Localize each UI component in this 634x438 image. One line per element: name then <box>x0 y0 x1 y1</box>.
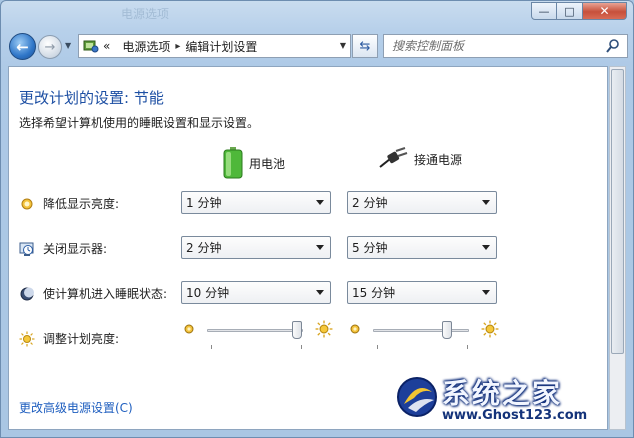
minimize-icon: — <box>538 4 550 18</box>
forward-button[interactable]: → <box>38 35 62 59</box>
brightness-high-icon <box>315 320 333 338</box>
back-button[interactable]: ← <box>9 33 36 60</box>
selected-value: 5 分钟 <box>352 241 388 255</box>
close-icon: ✕ <box>599 4 610 18</box>
brightness-plugged-slider[interactable] <box>349 320 499 353</box>
selected-value: 1 分钟 <box>186 196 222 210</box>
battery-column-header: 用电池 <box>223 147 285 179</box>
display-off-battery-select[interactable]: 2 分钟 <box>181 236 331 259</box>
page-subtitle: 选择希望计算机使用的睡眠设置和显示设置。 <box>19 116 260 130</box>
search-icon[interactable] <box>605 38 621 54</box>
chevron-down-icon <box>316 290 324 295</box>
plugged-in-column-label: 接通电源 <box>414 152 463 167</box>
chevron-down-icon <box>482 245 490 250</box>
dim-display-row-label: 降低显示亮度: <box>19 195 119 212</box>
display-off-row-label: 关闭显示器: <box>19 240 107 257</box>
slider-tick <box>467 345 468 349</box>
brightness-low-icon <box>184 324 194 334</box>
recent-pages-dropdown[interactable]: ▼ <box>65 41 71 50</box>
address-dropdown-icon[interactable]: ▼ <box>340 41 346 50</box>
selected-value: 10 分钟 <box>186 286 230 300</box>
refresh-button[interactable]: ⇆ <box>352 34 378 58</box>
dim-display-label: 降低显示亮度: <box>43 197 120 211</box>
search-input[interactable] <box>392 39 592 53</box>
scrollbar-thumb[interactable] <box>611 69 624 354</box>
sleep-row-label: 使计算机进入睡眠状态: <box>19 285 167 302</box>
back-arrow-icon: ← <box>16 37 29 56</box>
advanced-power-settings-link[interactable]: 更改高级电源设置(C) <box>19 399 133 416</box>
maximize-button[interactable]: □ <box>557 2 583 20</box>
address-bar[interactable]: « ▸ 电源选项 ▸ 编辑计划设置 ▼ <box>78 34 351 58</box>
slider-tick <box>211 345 212 349</box>
slider-tick <box>377 345 378 349</box>
selected-value: 2 分钟 <box>352 196 388 210</box>
breadcrumb-separator-icon[interactable]: ▸ <box>175 41 180 52</box>
watermark-title: 系统之家 <box>442 377 563 410</box>
watermark: 系统之家 www.Ghost123.com <box>394 372 624 432</box>
slider-thumb[interactable] <box>441 321 452 339</box>
search-box[interactable] <box>383 34 628 58</box>
sleep-battery-select[interactable]: 10 分钟 <box>181 281 331 304</box>
dim-display-battery-select[interactable]: 1 分钟 <box>181 191 331 214</box>
window-title: 电源选项 <box>121 7 170 21</box>
control-panel-icon <box>83 40 99 53</box>
watermark-url: www.Ghost123.com <box>442 408 588 423</box>
watermark-logo-icon <box>397 377 437 417</box>
sleep-icon <box>20 287 34 300</box>
breadcrumb-edit-plan[interactable]: 编辑计划设置 <box>185 38 257 55</box>
maximize-icon: □ <box>564 4 575 18</box>
display-off-plugged-select[interactable]: 5 分钟 <box>347 236 497 259</box>
slider-track[interactable] <box>373 329 469 332</box>
close-button[interactable]: ✕ <box>583 2 627 20</box>
minimize-button[interactable]: — <box>531 2 557 20</box>
breadcrumb-overflow[interactable]: « <box>103 39 110 53</box>
brightness-row-label: 调整计划亮度: <box>19 330 119 347</box>
selected-value: 15 分钟 <box>352 286 396 300</box>
sleep-plugged-select[interactable]: 15 分钟 <box>347 281 497 304</box>
breadcrumb-power-options[interactable]: 电源选项 <box>122 38 170 55</box>
battery-icon <box>223 147 243 179</box>
slider-track[interactable] <box>207 329 303 332</box>
brightness-label: 调整计划亮度: <box>43 332 120 346</box>
dim-display-icon <box>21 198 33 209</box>
plugged-in-column-header: 接通电源 <box>378 147 462 171</box>
brightness-low-icon <box>350 324 360 334</box>
slider-tick <box>301 345 302 349</box>
sleep-label: 使计算机进入睡眠状态: <box>43 287 168 301</box>
refresh-icon: ⇆ <box>359 38 371 54</box>
power-plug-icon <box>379 147 408 168</box>
slider-thumb[interactable] <box>292 321 303 339</box>
page-title: 更改计划的设置: 节能 <box>19 89 164 107</box>
chevron-down-icon <box>316 200 324 205</box>
brightness-sun-icon <box>19 331 35 346</box>
brightness-battery-slider[interactable] <box>183 320 333 353</box>
chevron-down-icon <box>482 200 490 205</box>
battery-column-label: 用电池 <box>249 156 286 171</box>
forward-arrow-icon: → <box>44 39 56 55</box>
dim-display-plugged-select[interactable]: 2 分钟 <box>347 191 497 214</box>
brightness-high-icon <box>481 320 499 338</box>
navigation-bar: ← → ▼ « ▸ 电源选项 ▸ 编辑计划设置 ▼ ⇆ <box>0 28 634 64</box>
chevron-down-icon <box>482 290 490 295</box>
caption-buttons: — □ ✕ <box>531 2 627 20</box>
selected-value: 2 分钟 <box>186 241 222 255</box>
display-off-label: 关闭显示器: <box>43 242 108 256</box>
chevron-down-icon <box>316 245 324 250</box>
display-off-icon <box>19 242 34 256</box>
